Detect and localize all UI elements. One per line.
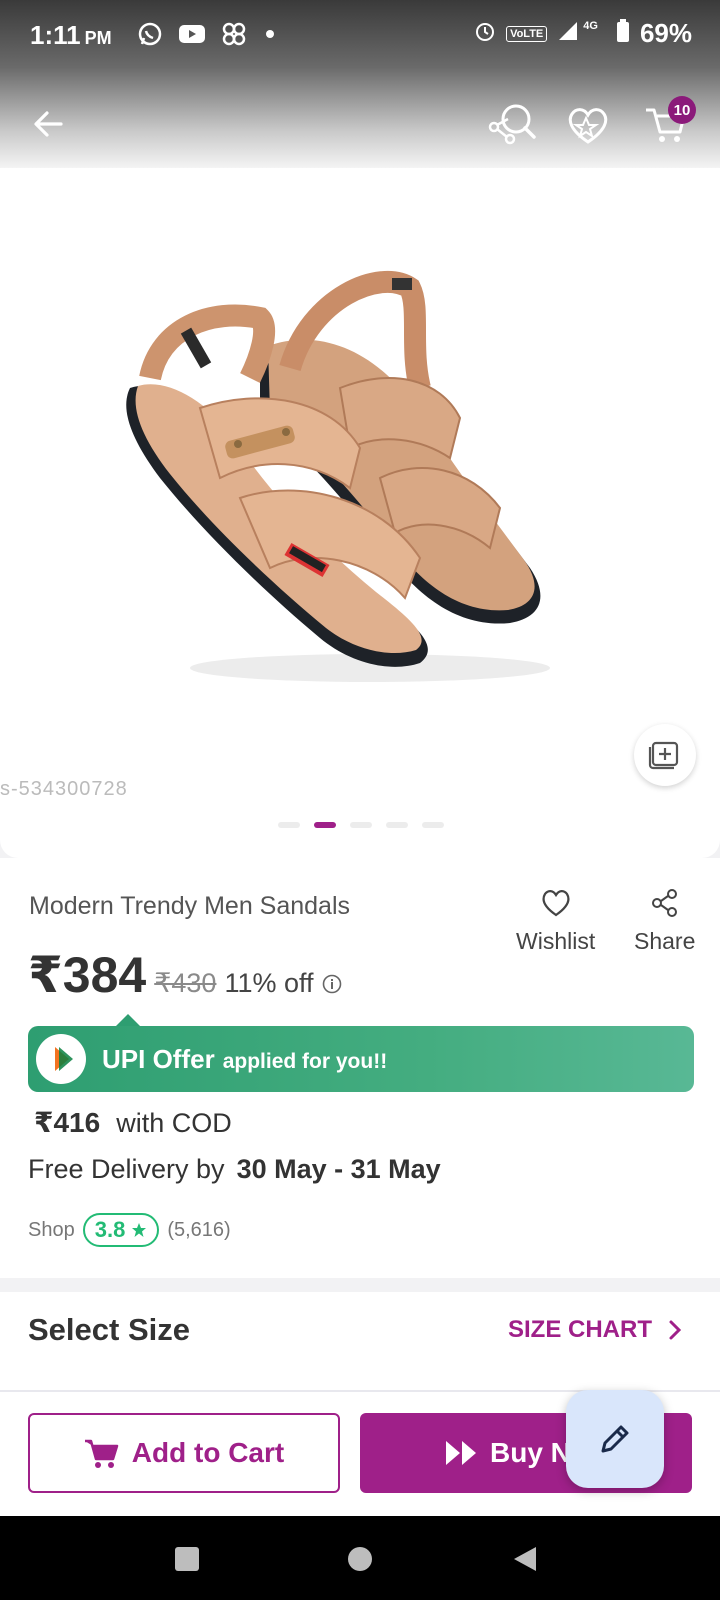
home-button[interactable] bbox=[343, 1542, 377, 1576]
volte-icon: VoLTE bbox=[506, 25, 548, 42]
alarm-icon bbox=[474, 20, 496, 47]
battery-percent: 69% bbox=[639, 18, 692, 48]
back-nav-button[interactable] bbox=[508, 1542, 542, 1576]
add-to-cart-label: Add to Cart bbox=[131, 1437, 285, 1468]
gallery-dot-active[interactable] bbox=[314, 822, 336, 828]
gallery-dot[interactable] bbox=[422, 822, 444, 828]
fast-forward-icon bbox=[446, 1441, 476, 1465]
system-status: VoLTE 4G 69% bbox=[474, 18, 692, 49]
more-notifications-dot-icon bbox=[266, 30, 274, 38]
top-header: 1:11 PM VoLTE 4G 69% 10 bbox=[0, 0, 720, 168]
add-to-cart-button[interactable]: Add to Cart bbox=[28, 1413, 340, 1493]
chevron-right-icon bbox=[669, 1320, 682, 1340]
buy-now-label: Buy N bbox=[490, 1437, 571, 1468]
gallery-dot[interactable] bbox=[278, 822, 300, 828]
discount-label: 11% off bbox=[224, 968, 314, 998]
rating-count: (5,616) bbox=[167, 1218, 231, 1241]
status-time: 1:11 PM bbox=[30, 20, 112, 50]
gallery-dot[interactable] bbox=[350, 822, 372, 828]
product-sku: s-534300728 bbox=[0, 778, 128, 800]
product-gallery[interactable]: s-534300728 bbox=[0, 168, 720, 858]
back-button[interactable] bbox=[18, 94, 78, 154]
gallery-dot[interactable] bbox=[386, 822, 408, 828]
pencil-icon bbox=[601, 1425, 629, 1453]
circle-icon bbox=[348, 1547, 372, 1571]
whatsapp-icon bbox=[136, 20, 164, 48]
size-chart-label: SIZE CHART bbox=[508, 1316, 652, 1343]
cart-count-badge: 10 bbox=[668, 96, 696, 124]
notification-icons bbox=[136, 20, 274, 48]
triangle-back-icon bbox=[514, 1547, 536, 1571]
status-ampm: PM bbox=[84, 28, 112, 48]
signal-icon bbox=[557, 20, 581, 47]
search-button[interactable] bbox=[480, 94, 540, 154]
wishlist-button[interactable] bbox=[558, 94, 618, 154]
back-arrow-icon bbox=[34, 111, 63, 137]
wishlist-label: Wishlist bbox=[516, 928, 596, 954]
gallery-view-button[interactable] bbox=[634, 724, 696, 786]
share-label: Share bbox=[634, 928, 696, 954]
delivery-date: 30 May - 31 May bbox=[236, 1154, 441, 1184]
square-icon bbox=[175, 1547, 199, 1571]
cart-icon bbox=[84, 1439, 119, 1468]
battery-icon bbox=[616, 19, 630, 48]
edit-fab-button[interactable] bbox=[566, 1390, 664, 1488]
shop-rating-row[interactable]: Shop 3.8 (5,616) bbox=[28, 1213, 231, 1247]
rating-badge: 3.8 bbox=[82, 1213, 160, 1247]
cart-button[interactable]: 10 bbox=[636, 94, 696, 154]
heart-icon bbox=[542, 890, 570, 917]
recents-button[interactable] bbox=[170, 1542, 204, 1576]
share-action-button[interactable]: Share bbox=[634, 888, 695, 955]
upi-subtitle: applied for you!! bbox=[222, 1049, 388, 1073]
price-row: ₹384 ₹430 11% off bbox=[28, 946, 342, 1004]
heart-star-icon bbox=[568, 108, 608, 144]
cod-price-row: ₹416 with COD bbox=[34, 1106, 232, 1139]
star-icon bbox=[132, 1223, 147, 1237]
product-mrp: ₹430 bbox=[154, 968, 217, 998]
cod-label: with COD bbox=[116, 1108, 232, 1138]
product-details: Modern Trendy Men Sandals ₹384 ₹430 11% … bbox=[0, 858, 720, 1278]
shop-label: Shop bbox=[28, 1218, 75, 1241]
share-icon bbox=[651, 889, 677, 917]
cod-price: ₹416 bbox=[34, 1107, 101, 1138]
network-type: 4G bbox=[583, 19, 598, 32]
product-title: Modern Trendy Men Sandals bbox=[29, 892, 351, 920]
info-icon[interactable] bbox=[322, 974, 342, 994]
rating-value: 3.8 bbox=[94, 1217, 126, 1242]
upi-offer-banner[interactable]: UPI Offer applied for you!! bbox=[28, 1014, 694, 1092]
size-title: Select Size bbox=[28, 1312, 190, 1347]
product-price: ₹384 bbox=[28, 947, 147, 1003]
delivery-label: Free Delivery by bbox=[28, 1154, 225, 1184]
upi-title: UPI Offer bbox=[102, 1043, 215, 1074]
upi-text: UPI Offer applied for you!! bbox=[102, 1044, 387, 1075]
status-bar: 1:11 PM VoLTE 4G 69% bbox=[0, 0, 720, 72]
delivery-row: Free Delivery by 30 May - 31 May bbox=[28, 1154, 441, 1185]
upi-logo-icon bbox=[36, 1034, 86, 1084]
share-search-icon bbox=[488, 104, 536, 145]
gallery-pagination bbox=[278, 822, 444, 828]
upi-banner-notch bbox=[116, 1014, 140, 1026]
wishlist-action-button[interactable]: Wishlist bbox=[516, 888, 595, 955]
top-toolbar: 10 bbox=[0, 84, 720, 164]
pinwheel-icon bbox=[220, 20, 248, 48]
product-image[interactable] bbox=[120, 268, 580, 688]
gallery-add-icon bbox=[648, 741, 679, 770]
system-nav-bar bbox=[0, 1516, 720, 1600]
size-chart-link[interactable]: SIZE CHART bbox=[508, 1316, 682, 1344]
size-section: Select Size SIZE CHART bbox=[0, 1292, 720, 1392]
youtube-icon bbox=[178, 20, 206, 48]
